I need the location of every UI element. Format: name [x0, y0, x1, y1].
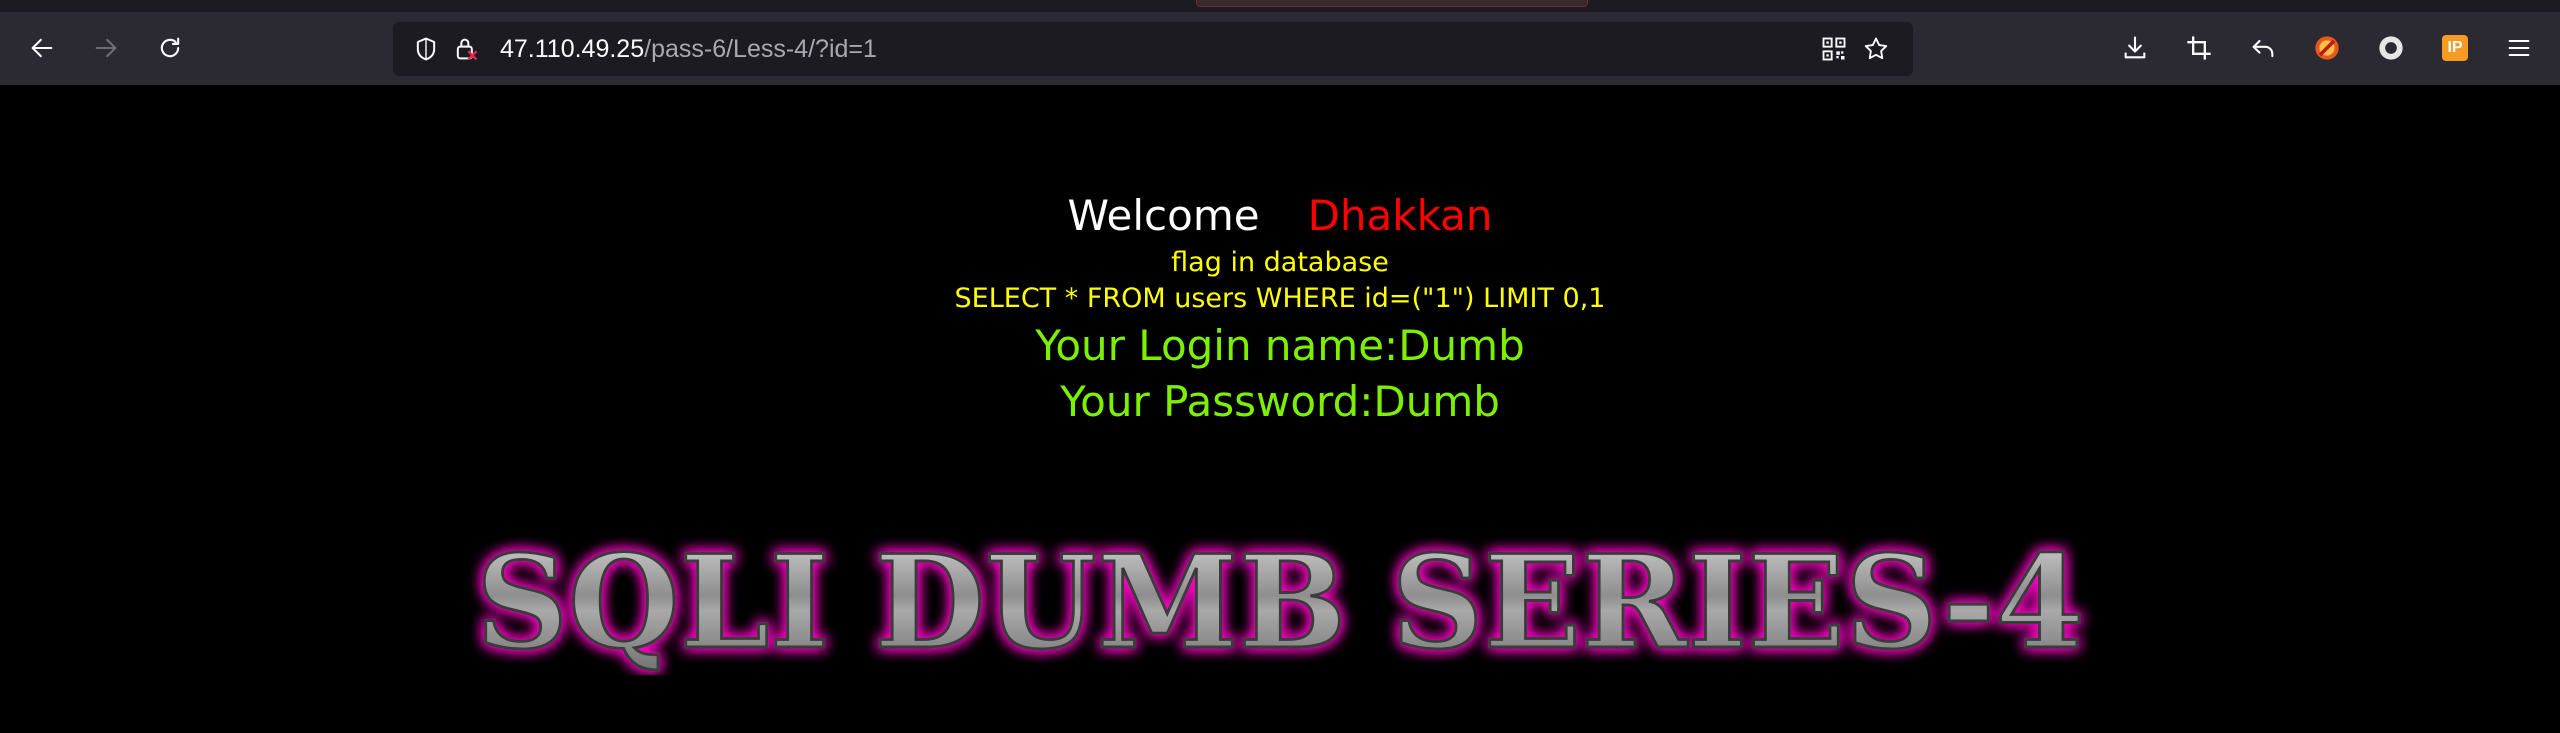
- welcome-text: Welcome: [1067, 191, 1260, 240]
- login-name-text: Your Login name:Dumb: [1035, 321, 1525, 370]
- welcome-name: Dhakkan: [1307, 191, 1493, 240]
- page-content: Welcome Dhakkan flag in database SELECT *…: [0, 85, 2560, 733]
- banner-title: SQLI DUMB SERIES-4: [476, 528, 2085, 675]
- extension-ip-button[interactable]: IP: [2435, 28, 2475, 68]
- app-menu-button[interactable]: [2499, 28, 2539, 68]
- undo-button[interactable]: [2243, 28, 2283, 68]
- tracking-protection-button[interactable]: [411, 34, 441, 64]
- qr-code-button[interactable]: [1819, 34, 1849, 64]
- welcome-heading: Welcome Dhakkan: [0, 191, 2560, 240]
- arrow-left-icon: [31, 38, 53, 58]
- site-info-button[interactable]: [451, 34, 481, 64]
- flag-hint: flag in database: [1171, 247, 1389, 278]
- extension-red-button[interactable]: [2307, 28, 2347, 68]
- qr-code-icon: [1822, 37, 1846, 61]
- star-icon: [1864, 37, 1888, 60]
- circle-extension-icon: [2379, 36, 2403, 60]
- lock-insecure-icon: [456, 38, 478, 61]
- download-icon: [2124, 36, 2146, 59]
- red-extension-icon: [2315, 36, 2339, 60]
- ip-extension-icon: IP: [2442, 35, 2468, 61]
- reload-icon: [160, 37, 180, 58]
- crop-icon: [2187, 36, 2211, 60]
- active-tab-indicator[interactable]: [1196, 0, 1588, 7]
- url-host: 47.110.49.25: [500, 35, 645, 63]
- series-banner-logo: SQLI DUMB SERIES-4: [474, 527, 2086, 680]
- downloads-button[interactable]: [2115, 28, 2155, 68]
- tab-strip: [0, 0, 2560, 12]
- sql-query-text: SELECT * FROM users WHERE id=("1") LIMIT…: [954, 283, 1606, 314]
- arrow-right-icon: [95, 38, 117, 58]
- url-path: /pass-6/Less-4/?id=1: [644, 35, 877, 63]
- screenshot-button[interactable]: [2179, 28, 2219, 68]
- extension-circle-button[interactable]: [2371, 28, 2411, 68]
- password-text: Your Password:Dumb: [1060, 377, 1500, 426]
- bookmark-button[interactable]: [1861, 34, 1891, 64]
- reload-button[interactable]: [146, 24, 194, 72]
- hamburger-menu-icon: [2508, 39, 2530, 57]
- url-text[interactable]: 47.110.49.25/pass-6/Less-4/?id=1: [500, 22, 877, 76]
- undo-icon: [2252, 39, 2274, 58]
- browser-toolbar: 47.110.49.25/pass-6/Less-4/?id=1 IP: [0, 12, 2560, 85]
- address-bar[interactable]: 47.110.49.25/pass-6/Less-4/?id=1: [393, 22, 1913, 76]
- back-button[interactable]: [18, 24, 66, 72]
- series-banner-image: SQLI DUMB SERIES-4: [400, 525, 2160, 680]
- forward-button[interactable]: [82, 24, 130, 72]
- shield-icon: [416, 37, 436, 61]
